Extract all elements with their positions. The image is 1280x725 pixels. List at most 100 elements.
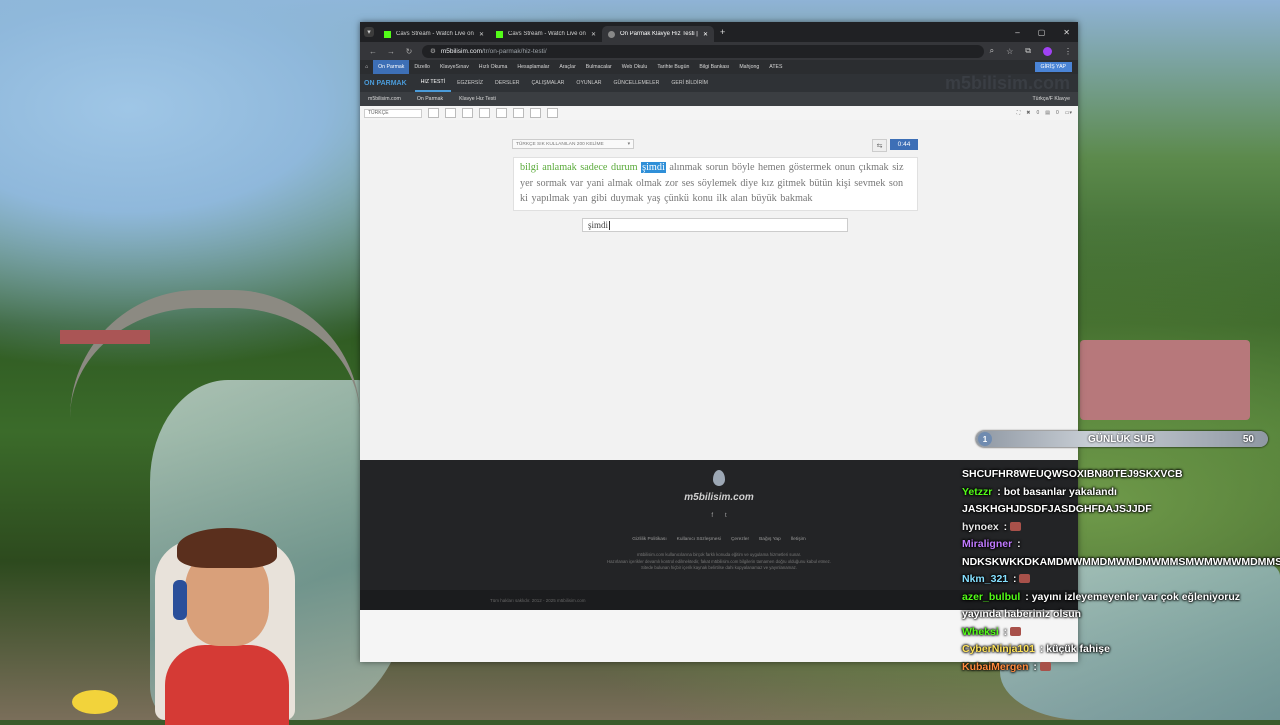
house-scenery [1080,340,1250,420]
footer-link[interactable]: Kullanıcı Sözleşmesi [677,537,721,542]
chat-username[interactable]: azer_bulbul [962,591,1020,603]
align-button[interactable] [496,108,507,118]
menu-item-on-parmak[interactable]: On Parmak [373,60,410,74]
tab-search-button[interactable]: ▾ [364,27,374,37]
close-window-icon[interactable]: ✕ [1063,28,1070,37]
home-icon[interactable]: ⌂ [360,60,373,74]
forward-icon[interactable]: → [386,47,396,56]
back-icon[interactable]: ← [368,47,378,56]
chat-username[interactable]: hynoex [962,521,999,533]
chat-username[interactable]: Yetzzr [962,486,992,498]
trash-icon[interactable]: ▤ [1045,110,1050,116]
toolbar-button[interactable] [428,108,439,118]
close-tab-icon[interactable]: ✕ [703,31,708,38]
screen-button[interactable] [547,108,558,118]
sub-goal-target: 50 [1242,433,1254,445]
list-button[interactable] [530,108,541,118]
new-tab-icon[interactable]: + [720,27,725,37]
menu-item[interactable]: Dizello [409,60,435,74]
maximize-icon[interactable]: ▢ [1038,28,1046,37]
tab-geri-bildirim[interactable]: GERİ BİLDİRİM [665,74,714,92]
chat-message: azer_bulbul : yayını izleyemeyenler var … [962,589,1280,624]
language-select[interactable]: TÜRKÇE [364,108,422,118]
footer-link[interactable]: Çerezler [731,537,749,542]
twitter-icon[interactable]: t [725,513,727,519]
word-set-select[interactable]: TÜRKÇE SIK KULLANILAN 200 KELİME ▾ [512,139,634,149]
menu-item[interactable]: Web Okulu [617,60,653,74]
footer-link[interactable]: Gizlilik Politikası [632,537,666,542]
chat-username[interactable]: Miraligner [962,538,1012,550]
menu-item[interactable]: Araçlar [554,60,580,74]
close-tab-icon[interactable]: ✕ [591,31,596,38]
grid-button[interactable] [513,108,524,118]
error-count-icon: ✖ [1026,110,1031,116]
footer-link[interactable]: İletişim [791,537,806,542]
breadcrumb: m5bilisim.com On Parmak Klavye Hız Testi… [360,92,1078,106]
url-input[interactable]: ⚙ m5bilisim.com/tr/on-parmak/hiz-testi/ [422,44,984,58]
browser-tab-2[interactable]: Cavs Stream - Watch Live on Kick ✕ [490,26,602,42]
tab-dersler[interactable]: DERSLER [489,74,526,92]
breadcrumb-item[interactable]: On Parmak [409,96,451,102]
tab-hiz-testi[interactable]: HIZ TESTİ [414,74,452,92]
menu-item[interactable]: Hızlı Okuma [474,60,513,74]
chat-text: küçük fahişe [1046,643,1110,655]
browser-tab-1[interactable]: Cavs Stream - Watch Live on Kick ✕ [378,26,490,42]
facebook-icon[interactable]: f [711,513,713,519]
chat-username[interactable]: Nkm_321 [962,573,1008,585]
menu-item[interactable]: Mahjong [734,60,764,74]
chat-username[interactable]: CyberNinja101 [962,643,1035,655]
avatar-shirt [165,645,289,725]
reload-icon[interactable]: ↻ [404,47,414,56]
watermark-logo: m5bilisim.com [944,72,1070,93]
current-word: şimdi [641,162,666,173]
menu-kebab-icon[interactable]: ⋮ [1064,47,1072,56]
keyboard-layout-link[interactable]: Türkçe/F Klavye [1033,96,1070,102]
chat-username[interactable]: KubaiMergen [962,661,1029,673]
section-menu: ON PARMAK HIZ TESTİ EGZERSİZ DERSLER ÇAL… [360,72,1078,93]
zoom-icon[interactable]: ⌕ [990,46,994,56]
chat-text: SHCUFHR8WEUQWSOXIBN80TEJ9SKXVCB [962,468,1183,480]
toolbar-button[interactable] [445,108,456,118]
site-logo-icon [713,470,725,486]
tab-title: Cavs Stream - Watch Live on Kick [508,31,587,37]
chat-username[interactable]: Wheksi [962,626,999,638]
chat-message: hynoex : [962,519,1280,537]
menu-item[interactable]: ATES [764,60,787,74]
breadcrumb-item[interactable]: m5bilisim.com [360,96,409,102]
tab-oyunlar[interactable]: OYUNLAR [570,74,607,92]
menu-item[interactable]: Hesaplamalar [512,60,554,74]
extensions-icon[interactable]: ⧉ [1025,46,1031,56]
url-path: /tr/on-parmak/hiz-testi/ [482,47,547,55]
timer-badge: 0:44 [890,139,918,150]
menu-item[interactable]: Bulmacalar [581,60,617,74]
menu-item[interactable]: KlavyeSınav [435,60,474,74]
chat-separator: : [1036,643,1047,655]
browser-tab-3[interactable]: On Parmak Klavye Hız Testi | m5bilisim.c… [602,26,714,42]
typing-input[interactable]: şimdi [582,218,848,232]
tab-calismalar[interactable]: ÇALIŞMALAR [526,74,571,92]
minimize-icon[interactable]: – [1015,28,1019,37]
profile-avatar[interactable] [1043,46,1052,56]
chat-message: KubaiMergen : [962,659,1280,677]
footer-link[interactable]: Bağış Yap [759,537,781,542]
site-info-icon[interactable]: ⚙ [430,47,436,55]
restart-icon: ⇆ [876,142,883,150]
menu-item[interactable]: Bilgi Bankası [694,60,734,74]
theme-select[interactable]: ▭▾ [1065,110,1072,116]
align-button[interactable] [479,108,490,118]
chat-separator: : [994,485,1004,498]
streamer-avatar [145,520,305,725]
bookmark-star-icon[interactable]: ☆ [1006,47,1013,56]
toolbar-button[interactable] [462,108,473,118]
tab-egzersiz[interactable]: EGZERSİZ [451,74,489,92]
close-tab-icon[interactable]: ✕ [479,31,484,38]
clear-count: 0 [1055,110,1059,116]
breadcrumb-item[interactable]: Klavye Hız Testi [451,96,504,102]
section-brand[interactable]: ON PARMAK [364,80,407,87]
mascot-figure [72,690,118,714]
tab-guncellemeler[interactable]: GÜNCELLEMELER [608,74,666,92]
restart-button[interactable]: ⇆ [872,139,887,152]
login-button[interactable]: GİRİŞ YAP [1034,62,1072,72]
menu-item[interactable]: Tarihte Bugün [652,60,694,74]
fullscreen-icon[interactable]: ⛶ [1017,110,1021,116]
